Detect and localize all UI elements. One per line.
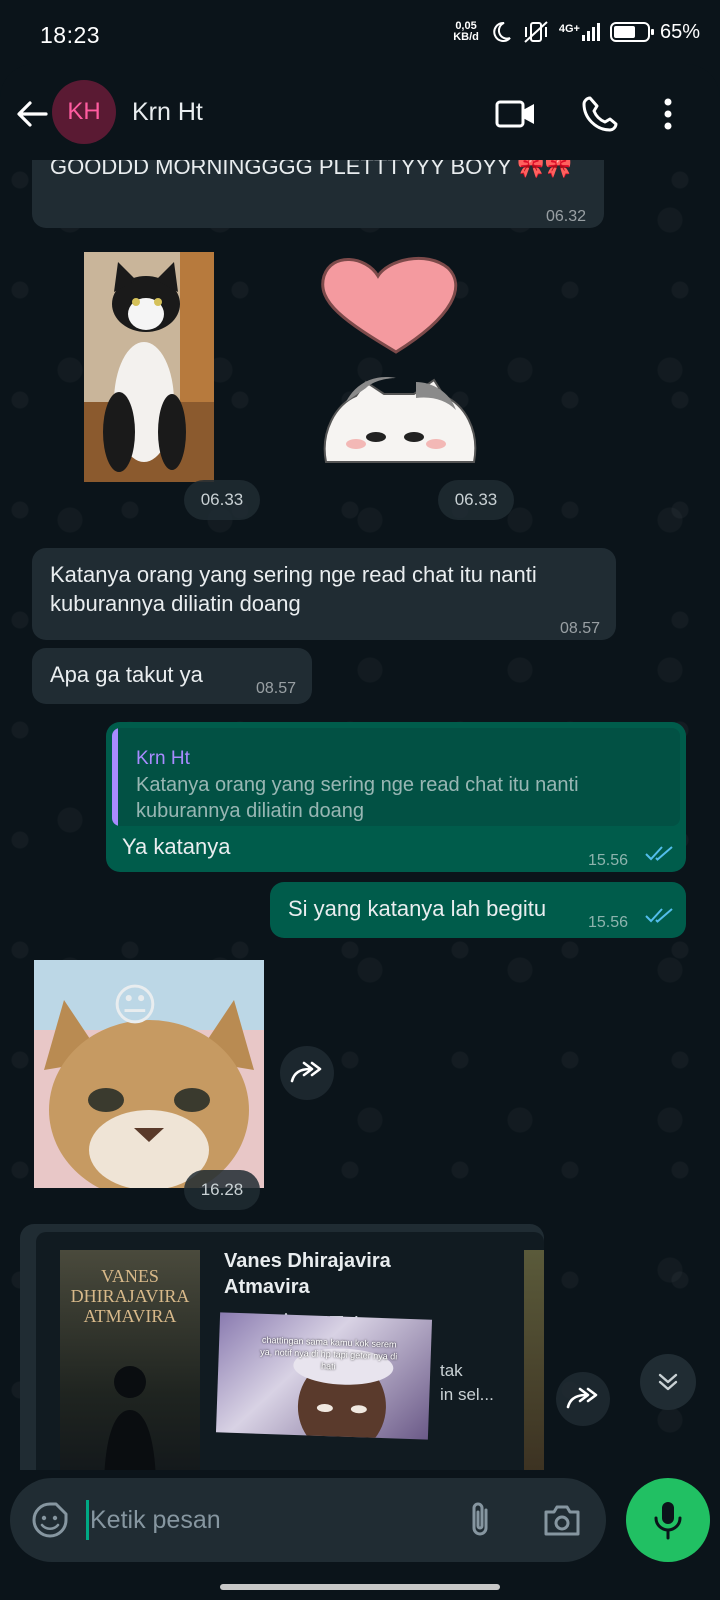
meme-caption: chattingan sama kamu kok serem ya, notif… <box>260 1334 398 1372</box>
book-cover-title: VANES DHIRAJAVIRA ATMAVIRA <box>70 1266 190 1326</box>
message-bubble-incoming[interactable]: Apa ga takut ya 08.57 <box>32 648 312 704</box>
chat-header: KH Krn Ht <box>0 64 720 160</box>
message-time: 15.56 <box>588 852 629 869</box>
quoted-sender: Krn Ht <box>136 748 190 769</box>
battery-icon <box>609 22 654 42</box>
message-text: GOODDD MORNINGGGG PLETTTYYY BOYY 🎀🎀 <box>50 160 573 179</box>
message-time-pill: 06.33 <box>184 480 260 520</box>
voice-message-button[interactable] <box>626 1478 710 1562</box>
avatar[interactable]: KH <box>52 80 116 144</box>
forward-button[interactable] <box>280 1046 334 1100</box>
home-indicator[interactable] <box>220 1584 500 1590</box>
attach-paperclip-icon[interactable] <box>460 1500 500 1540</box>
microphone-icon <box>654 1502 682 1540</box>
signal-indicator: 4G+ <box>559 23 600 41</box>
chat-messages-area[interactable]: GOODDD MORNINGGGG PLETTTYYY BOYY 🎀🎀 06.3… <box>0 160 720 1470</box>
quoted-text: Katanya orang yang sering nge read chat … <box>136 774 579 822</box>
message-time: 08.57 <box>559 620 600 637</box>
quote-accent-bar <box>112 728 118 826</box>
battery-percent: 65% <box>659 20 700 43</box>
message-time-pill: 16.28 <box>184 1170 260 1210</box>
heart-cat-sticker[interactable] <box>306 252 486 482</box>
cat-meme-image[interactable]: 😐 <box>34 960 264 1188</box>
scroll-to-bottom-button[interactable] <box>640 1354 696 1410</box>
message-time: 06.32 <box>545 208 586 225</box>
meme-sticker[interactable]: chattingan sama kamu kok serem ya, notif… <box>215 1312 433 1440</box>
forward-arrow-icon <box>566 1387 598 1409</box>
message-time: 15.56 <box>588 914 629 931</box>
message-bubble-incoming[interactable]: GOODDD MORNINGGGG PLETTTYYY BOYY 🎀🎀 06.3… <box>32 160 604 228</box>
forward-button[interactable] <box>556 1372 610 1426</box>
book-title[interactable]: Vanes Dhirajavira Atmavira <box>224 1248 444 1300</box>
video-call-icon[interactable] <box>494 94 538 134</box>
message-input-bar <box>10 1478 606 1562</box>
message-text: Si yang katanya lah begitu <box>288 896 547 921</box>
message-text: Ya katanya <box>122 834 231 859</box>
message-bubble-outgoing[interactable]: Krn Ht Katanya orang yang sering nge rea… <box>106 722 686 872</box>
more-options-icon[interactable] <box>656 94 680 134</box>
vibrate-off-icon <box>524 21 548 43</box>
message-bubble-incoming[interactable]: Katanya orang yang sering nge read chat … <box>32 548 616 640</box>
message-text: Katanya orang yang sering nge read chat … <box>50 562 537 616</box>
silhouette-figure <box>104 1366 156 1470</box>
message-bubble-outgoing[interactable]: Si yang katanya lah begitu 15.56 <box>270 882 686 938</box>
message-time: 08.57 <box>255 680 296 697</box>
message-time-pill: 06.33 <box>438 480 514 520</box>
contact-name[interactable]: Krn Ht <box>132 98 203 127</box>
voice-call-icon[interactable] <box>580 94 624 134</box>
forward-arrow-icon <box>290 1061 322 1083</box>
do-not-disturb-moon-icon <box>493 21 511 42</box>
sticker-emoji-icon[interactable] <box>30 1500 70 1540</box>
back-arrow-icon[interactable] <box>12 94 52 134</box>
status-bar: 18:23 0,05 KB/d 4G+ 65% <box>0 0 720 64</box>
message-input[interactable] <box>90 1502 450 1538</box>
cat-photo-image[interactable] <box>84 252 214 482</box>
status-time: 18:23 <box>40 22 101 48</box>
message-text: Apa ga takut ya <box>50 662 203 687</box>
read-ticks-icon <box>645 846 673 861</box>
quoted-message[interactable]: Krn Ht Katanya orang yang sering nge rea… <box>112 728 680 826</box>
neutral-face-emoji: 😐 <box>112 981 158 1030</box>
status-icons: 0,05 KB/d 4G+ 65% <box>453 20 700 44</box>
network-speed: 0,05 KB/d <box>453 20 479 43</box>
next-book-cover[interactable] <box>524 1250 544 1470</box>
double-chevron-down-icon <box>658 1373 678 1391</box>
text-cursor <box>86 1500 89 1540</box>
book-description-partial: in sel... <box>440 1385 494 1404</box>
camera-icon[interactable] <box>540 1500 584 1540</box>
book-cover[interactable]: VANES DHIRAJAVIRA ATMAVIRA <box>60 1250 200 1470</box>
read-ticks-icon <box>645 908 673 923</box>
